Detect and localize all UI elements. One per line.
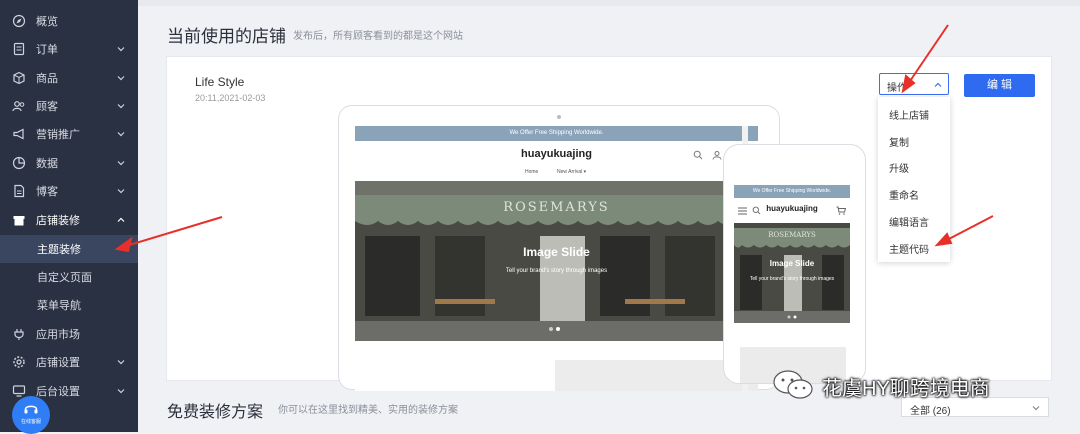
phone-awning-text: ROSEMARYS	[768, 231, 816, 239]
sidebar-item-data[interactable]: 数据	[0, 149, 138, 177]
preview-nav-new-arrival-label: New Arrival	[557, 169, 583, 175]
user-icon	[712, 151, 722, 160]
phone-hero-image: ROSEMARYS Image Slide Tell your brand's …	[734, 223, 850, 323]
phone-banner: We Offer Free Shipping Worldwide.	[734, 185, 850, 198]
chevron-down-icon	[117, 47, 125, 52]
wechat-icon	[773, 370, 813, 399]
sidebar-subitem-menu-nav[interactable]: 菜单导航	[0, 291, 138, 319]
action-label: 操作	[887, 83, 907, 94]
phone-preview: We Offer Free Shipping Worldwide. huayuk…	[723, 144, 866, 384]
edit-button[interactable]: 编 辑	[964, 74, 1035, 97]
free-themes-title: 免费装修方案	[167, 404, 264, 421]
sidebar-item-label: 博客	[36, 186, 58, 198]
theme-filter-value: 全部 (26)	[910, 406, 951, 417]
current-theme-card: Life Style 20:11,2021-02-03 We Offer Fre…	[166, 56, 1052, 391]
action-dropdown-button[interactable]: 操作	[879, 73, 949, 95]
phone-brand: huayukuajing	[766, 204, 818, 213]
phone-screen: We Offer Free Shipping Worldwide. huayuk…	[734, 185, 850, 383]
box-icon	[13, 71, 25, 85]
sidebar-subitem-label: 菜单导航	[37, 300, 81, 312]
chevron-down-icon	[117, 189, 125, 194]
sidebar-item-label: 商品	[36, 73, 58, 85]
top-strip	[138, 0, 1080, 6]
plug-icon	[14, 329, 24, 340]
sidebar-item-label: 营销推广	[36, 129, 80, 141]
menu-item-theme-code[interactable]: 主题代码	[889, 241, 929, 256]
menu-item-online-store[interactable]: 线上店铺	[889, 107, 929, 122]
sidebar-item-blog[interactable]: 博客	[0, 177, 138, 205]
menu-item-upgrade[interactable]: 升级	[889, 160, 909, 175]
cart-icon	[836, 206, 846, 215]
sidebar-item-marketing[interactable]: 营销推广	[0, 120, 138, 148]
sidebar-subitem-theme-design[interactable]: 主题装修	[0, 235, 138, 263]
sidebar-item-label: 订单	[36, 44, 58, 56]
sidebar-item-label: 后台设置	[36, 386, 80, 398]
hero-subtitle: Tell your brand's story through images	[505, 268, 608, 274]
preview-hero-image: ROSEMARYS Image Slide Tell your brand's …	[355, 181, 758, 341]
sidebar-item-orders[interactable]: 订单	[0, 35, 138, 63]
sidebar-item-label: 顾客	[36, 101, 58, 113]
monitor-icon	[12, 385, 26, 397]
sidebar-item-app-market[interactable]: 应用市场	[0, 320, 138, 348]
preview-nav-new-arrival: New Arrival ▾	[557, 169, 587, 175]
theme-time: 20:11,2021-02-03	[195, 93, 266, 103]
chevron-down-icon	[117, 360, 125, 365]
page-subtitle: 发布后，所有顾客看到的都是这个网站	[293, 31, 463, 42]
chevron-up-icon	[934, 82, 942, 87]
watermark-text: 花虞HY聊跨境电商	[822, 378, 990, 400]
store-icon	[13, 216, 25, 226]
tablet-preview: We Offer Free Shipping Worldwide. huayuk…	[338, 105, 780, 391]
page-title: 当前使用的店铺	[167, 27, 286, 46]
hero-title: Image Slide	[523, 245, 590, 259]
sidebar-item-store-design[interactable]: 店铺装修	[0, 206, 138, 234]
document-icon	[14, 184, 25, 198]
watermark: 花虞HY聊跨境电商	[770, 368, 1070, 402]
users-icon	[12, 101, 25, 112]
sidebar-subitem-custom-pages[interactable]: 自定义页面	[0, 263, 138, 291]
compass-icon	[12, 14, 26, 28]
phone-hero-title: Image Slide	[769, 259, 815, 268]
pie-chart-icon	[12, 156, 26, 170]
sidebar-subitem-label: 主题装修	[37, 244, 81, 256]
sidebar-item-label: 店铺设置	[36, 357, 80, 369]
sidebar-item-label: 应用市场	[36, 329, 80, 341]
tablet-screen: We Offer Free Shipping Worldwide. huayuk…	[355, 126, 758, 391]
action-dropdown-menu: 线上店铺 复制 升级 重命名 编辑语言 主题代码	[878, 97, 950, 262]
preview-nav-home: Home	[525, 169, 539, 175]
sidebar: 概览 订单 商品 顾客 营销推广 数据 博客 店铺装修 主题装修 自定义页面 菜…	[0, 0, 138, 434]
menu-item-rename[interactable]: 重命名	[889, 187, 919, 202]
sidebar-subitem-label: 自定义页面	[37, 272, 92, 284]
chevron-down-icon	[117, 76, 125, 81]
support-label: 在线客服	[20, 419, 41, 425]
sidebar-item-label: 概览	[36, 16, 58, 28]
headset-icon	[24, 405, 38, 414]
sidebar-item-store-settings[interactable]: 店铺设置	[0, 348, 138, 376]
menu-item-duplicate[interactable]: 复制	[889, 134, 909, 149]
menu-item-edit-language[interactable]: 编辑语言	[889, 214, 929, 229]
sidebar-item-customers[interactable]: 顾客	[0, 92, 138, 120]
gear-icon	[13, 356, 25, 368]
chevron-down-icon	[117, 132, 125, 137]
phone-hero-subtitle: Tell your brand's story through images	[749, 276, 835, 282]
chevron-down-icon	[117, 389, 125, 394]
chevron-down-icon	[1032, 406, 1040, 411]
preview-banner: We Offer Free Shipping Worldwide.	[355, 126, 758, 141]
awning-text: ROSEMARYS	[503, 200, 610, 215]
theme-name: Life Style	[195, 75, 245, 89]
search-icon	[693, 150, 703, 160]
sidebar-item-label: 店铺装修	[36, 215, 80, 227]
sidebar-item-overview[interactable]: 概览	[0, 7, 138, 35]
chevron-down-icon	[117, 104, 125, 109]
megaphone-icon	[13, 128, 24, 140]
online-support-button[interactable]: 在线客服	[12, 396, 50, 434]
sidebar-item-label: 数据	[36, 158, 58, 170]
chevron-up-icon	[117, 217, 125, 222]
tablet-camera	[557, 115, 561, 119]
order-icon	[13, 42, 25, 56]
chevron-down-icon	[117, 161, 125, 166]
free-themes-subtitle: 你可以在这里找到精美、实用的装修方案	[278, 405, 458, 416]
sidebar-item-products[interactable]: 商品	[0, 64, 138, 92]
